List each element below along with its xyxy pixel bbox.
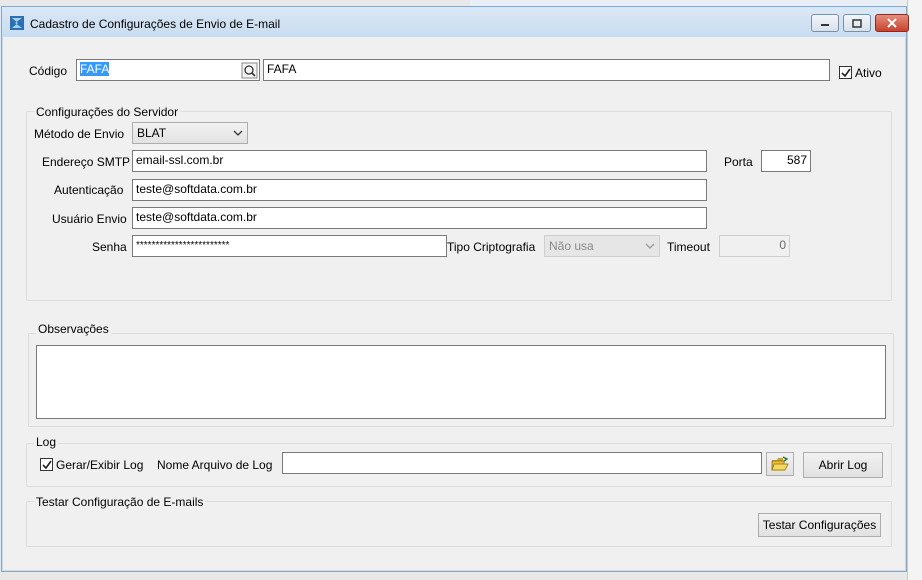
autenticacao-label: Autenticação — [54, 183, 124, 197]
checkmark-icon — [42, 460, 52, 470]
server-group-title: Configurações do Servidor — [34, 105, 181, 119]
smtp-label: Endereço SMTP — [42, 155, 131, 169]
background-window-strip — [907, 0, 922, 580]
codigo-label: Código — [29, 64, 68, 78]
checkmark-icon — [841, 68, 851, 78]
chevron-down-icon — [645, 243, 655, 249]
chevron-down-icon — [233, 130, 243, 136]
cripto-value: Não usa — [549, 239, 594, 253]
close-icon — [887, 18, 897, 28]
gerar-log-label: Gerar/Exibir Log — [56, 458, 144, 472]
senha-input[interactable]: ************************ — [132, 235, 447, 257]
arquivo-log-label: Nome Arquivo de Log — [157, 458, 273, 472]
observacoes-textarea[interactable] — [36, 345, 886, 419]
search-icon — [241, 62, 258, 79]
minimize-button[interactable] — [811, 14, 839, 32]
maximize-button[interactable] — [843, 14, 871, 32]
metodo-label: Método de Envio — [34, 127, 125, 141]
timeout-label: Timeout — [667, 240, 710, 254]
testar-configuracoes-button[interactable]: Testar Configurações — [758, 513, 881, 537]
senha-label: Senha — [92, 240, 127, 254]
descricao-input[interactable]: FAFA — [263, 59, 830, 81]
observacoes-title: Observações — [36, 322, 111, 336]
codigo-search-button[interactable] — [241, 62, 258, 79]
browse-log-button[interactable] — [766, 452, 794, 476]
cripto-label: Tipo Criptografia — [447, 240, 536, 254]
smtp-input[interactable]: email-ssl.com.br — [132, 150, 707, 172]
abrir-log-button[interactable]: Abrir Log — [803, 452, 883, 478]
maximize-icon — [852, 18, 862, 28]
metodo-select[interactable]: BLAT — [132, 122, 248, 144]
close-button[interactable] — [875, 14, 909, 32]
app-icon — [10, 16, 24, 30]
form-body: Código FAFA FAFA Ativo Configurações do … — [10, 37, 898, 563]
window-title: Cadastro de Configurações de Envio de E-… — [30, 17, 281, 31]
timeout-input[interactable]: 0 — [719, 235, 790, 257]
email-config-window: Cadastro de Configurações de Envio de E-… — [1, 6, 909, 572]
log-title: Log — [34, 435, 59, 449]
arquivo-log-input[interactable] — [282, 452, 762, 474]
teste-title: Testar Configuração de E-mails — [34, 495, 206, 509]
ativo-checkbox[interactable] — [839, 66, 852, 79]
codigo-value: FAFA — [80, 62, 110, 76]
usuario-input[interactable]: teste@softdata.com.br — [132, 207, 707, 229]
folder-open-icon — [771, 456, 789, 471]
porta-label: Porta — [724, 155, 753, 169]
minimize-icon — [821, 24, 829, 26]
metodo-value: BLAT — [137, 126, 167, 140]
ativo-label: Ativo — [855, 66, 882, 80]
cripto-select[interactable]: Não usa — [544, 235, 660, 257]
porta-input[interactable]: 587 — [761, 150, 811, 172]
title-bar[interactable]: Cadastro de Configurações de Envio de E-… — [2, 7, 909, 37]
autenticacao-input[interactable]: teste@softdata.com.br — [132, 179, 707, 201]
codigo-input[interactable]: FAFA — [76, 59, 260, 81]
gerar-log-checkbox[interactable] — [40, 458, 53, 471]
usuario-label: Usuário Envio — [52, 212, 127, 226]
